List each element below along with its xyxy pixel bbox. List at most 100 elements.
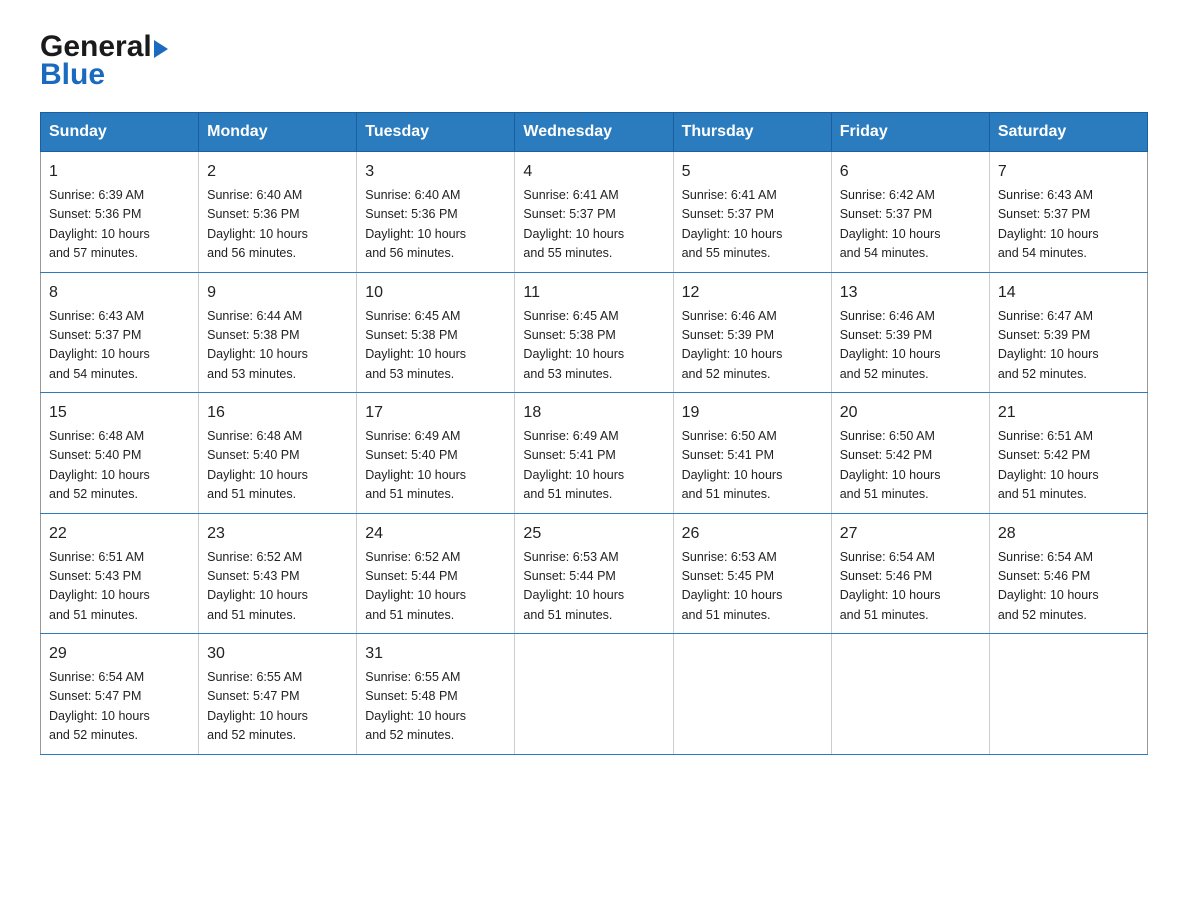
day-info: Sunrise: 6:40 AMSunset: 5:36 PMDaylight:… — [365, 188, 466, 260]
day-number: 14 — [998, 281, 1139, 305]
day-info: Sunrise: 6:45 AMSunset: 5:38 PMDaylight:… — [523, 309, 624, 381]
calendar-cell — [515, 634, 673, 755]
day-number: 29 — [49, 642, 190, 666]
day-number: 5 — [682, 160, 823, 184]
calendar-cell: 10 Sunrise: 6:45 AMSunset: 5:38 PMDayligh… — [357, 272, 515, 393]
calendar-cell — [989, 634, 1147, 755]
day-info: Sunrise: 6:53 AMSunset: 5:45 PMDaylight:… — [682, 550, 783, 622]
week-row-1: 1 Sunrise: 6:39 AMSunset: 5:36 PMDaylight… — [41, 152, 1148, 273]
calendar-cell: 6 Sunrise: 6:42 AMSunset: 5:37 PMDaylight… — [831, 152, 989, 273]
calendar-cell — [831, 634, 989, 755]
calendar-cell — [673, 634, 831, 755]
calendar-cell: 7 Sunrise: 6:43 AMSunset: 5:37 PMDaylight… — [989, 152, 1147, 273]
day-number: 15 — [49, 401, 190, 425]
day-info: Sunrise: 6:40 AMSunset: 5:36 PMDaylight:… — [207, 188, 308, 260]
day-info: Sunrise: 6:54 AMSunset: 5:46 PMDaylight:… — [998, 550, 1099, 622]
day-info: Sunrise: 6:41 AMSunset: 5:37 PMDaylight:… — [523, 188, 624, 260]
day-number: 18 — [523, 401, 664, 425]
logo-arrow-icon — [154, 40, 168, 58]
day-info: Sunrise: 6:43 AMSunset: 5:37 PMDaylight:… — [49, 309, 150, 381]
day-number: 30 — [207, 642, 348, 666]
day-info: Sunrise: 6:47 AMSunset: 5:39 PMDaylight:… — [998, 309, 1099, 381]
day-info: Sunrise: 6:52 AMSunset: 5:44 PMDaylight:… — [365, 550, 466, 622]
day-info: Sunrise: 6:54 AMSunset: 5:47 PMDaylight:… — [49, 670, 150, 742]
day-info: Sunrise: 6:42 AMSunset: 5:37 PMDaylight:… — [840, 188, 941, 260]
day-number: 25 — [523, 522, 664, 546]
day-number: 16 — [207, 401, 348, 425]
day-info: Sunrise: 6:50 AMSunset: 5:41 PMDaylight:… — [682, 429, 783, 501]
calendar-cell: 31 Sunrise: 6:55 AMSunset: 5:48 PMDayligh… — [357, 634, 515, 755]
day-number: 2 — [207, 160, 348, 184]
calendar-cell: 17Sunrise: 6:49 AMSunset: 5:40 PMDayligh… — [357, 393, 515, 514]
day-info: Sunrise: 6:44 AMSunset: 5:38 PMDaylight:… — [207, 309, 308, 381]
day-info: Sunrise: 6:49 AMSunset: 5:40 PMDaylight:… — [365, 429, 466, 501]
calendar-cell: 11 Sunrise: 6:45 AMSunset: 5:38 PMDayligh… — [515, 272, 673, 393]
day-info: Sunrise: 6:54 AMSunset: 5:46 PMDaylight:… — [840, 550, 941, 622]
calendar-cell: 4 Sunrise: 6:41 AMSunset: 5:37 PMDaylight… — [515, 152, 673, 273]
week-row-3: 15 Sunrise: 6:48 AMSunset: 5:40 PMDayligh… — [41, 393, 1148, 514]
weekday-header-wednesday: Wednesday — [515, 113, 673, 152]
week-row-5: 29 Sunrise: 6:54 AMSunset: 5:47 PMDayligh… — [41, 634, 1148, 755]
calendar-cell: 30 Sunrise: 6:55 AMSunset: 5:47 PMDayligh… — [199, 634, 357, 755]
calendar-cell: 3Sunrise: 6:40 AMSunset: 5:36 PMDaylight… — [357, 152, 515, 273]
day-number: 4 — [523, 160, 664, 184]
day-info: Sunrise: 6:46 AMSunset: 5:39 PMDaylight:… — [682, 309, 783, 381]
day-info: Sunrise: 6:52 AMSunset: 5:43 PMDaylight:… — [207, 550, 308, 622]
day-info: Sunrise: 6:51 AMSunset: 5:42 PMDaylight:… — [998, 429, 1099, 501]
day-info: Sunrise: 6:55 AMSunset: 5:47 PMDaylight:… — [207, 670, 308, 742]
day-info: Sunrise: 6:51 AMSunset: 5:43 PMDaylight:… — [49, 550, 150, 622]
day-info: Sunrise: 6:50 AMSunset: 5:42 PMDaylight:… — [840, 429, 941, 501]
calendar-cell: 27Sunrise: 6:54 AMSunset: 5:46 PMDayligh… — [831, 513, 989, 634]
calendar-table: SundayMondayTuesdayWednesdayThursdayFrid… — [40, 112, 1148, 755]
calendar-cell: 18 Sunrise: 6:49 AMSunset: 5:41 PMDayligh… — [515, 393, 673, 514]
page-header: General Blue — [40, 30, 1148, 92]
day-info: Sunrise: 6:45 AMSunset: 5:38 PMDaylight:… — [365, 309, 466, 381]
calendar-cell: 13Sunrise: 6:46 AMSunset: 5:39 PMDayligh… — [831, 272, 989, 393]
week-row-4: 22 Sunrise: 6:51 AMSunset: 5:43 PMDayligh… — [41, 513, 1148, 634]
calendar-cell: 19Sunrise: 6:50 AMSunset: 5:41 PMDayligh… — [673, 393, 831, 514]
day-number: 24 — [365, 522, 506, 546]
day-number: 23 — [207, 522, 348, 546]
day-number: 6 — [840, 160, 981, 184]
day-number: 31 — [365, 642, 506, 666]
day-number: 8 — [49, 281, 190, 305]
day-info: Sunrise: 6:39 AMSunset: 5:36 PMDaylight:… — [49, 188, 150, 260]
day-info: Sunrise: 6:53 AMSunset: 5:44 PMDaylight:… — [523, 550, 624, 622]
weekday-header-saturday: Saturday — [989, 113, 1147, 152]
calendar-cell: 24 Sunrise: 6:52 AMSunset: 5:44 PMDayligh… — [357, 513, 515, 634]
weekday-header-row: SundayMondayTuesdayWednesdayThursdayFrid… — [41, 113, 1148, 152]
calendar-cell: 22 Sunrise: 6:51 AMSunset: 5:43 PMDayligh… — [41, 513, 199, 634]
calendar-cell: 5 Sunrise: 6:41 AMSunset: 5:37 PMDaylight… — [673, 152, 831, 273]
calendar-cell: 2 Sunrise: 6:40 AMSunset: 5:36 PMDaylight… — [199, 152, 357, 273]
day-number: 22 — [49, 522, 190, 546]
calendar-cell: 1 Sunrise: 6:39 AMSunset: 5:36 PMDaylight… — [41, 152, 199, 273]
weekday-header-tuesday: Tuesday — [357, 113, 515, 152]
day-number: 21 — [998, 401, 1139, 425]
week-row-2: 8 Sunrise: 6:43 AMSunset: 5:37 PMDaylight… — [41, 272, 1148, 393]
day-number: 10 — [365, 281, 506, 305]
calendar-cell: 25 Sunrise: 6:53 AMSunset: 5:44 PMDayligh… — [515, 513, 673, 634]
calendar-cell: 29 Sunrise: 6:54 AMSunset: 5:47 PMDayligh… — [41, 634, 199, 755]
weekday-header-friday: Friday — [831, 113, 989, 152]
logo: General Blue — [40, 30, 168, 92]
calendar-cell: 26 Sunrise: 6:53 AMSunset: 5:45 PMDayligh… — [673, 513, 831, 634]
calendar-cell: 20Sunrise: 6:50 AMSunset: 5:42 PMDayligh… — [831, 393, 989, 514]
logo-blue-text: Blue — [40, 58, 105, 91]
day-number: 9 — [207, 281, 348, 305]
day-info: Sunrise: 6:41 AMSunset: 5:37 PMDaylight:… — [682, 188, 783, 260]
calendar-cell: 14 Sunrise: 6:47 AMSunset: 5:39 PMDayligh… — [989, 272, 1147, 393]
weekday-header-monday: Monday — [199, 113, 357, 152]
day-number: 7 — [998, 160, 1139, 184]
day-number: 1 — [49, 160, 190, 184]
day-info: Sunrise: 6:48 AMSunset: 5:40 PMDaylight:… — [49, 429, 150, 501]
weekday-header-sunday: Sunday — [41, 113, 199, 152]
day-info: Sunrise: 6:49 AMSunset: 5:41 PMDaylight:… — [523, 429, 624, 501]
calendar-cell: 28Sunrise: 6:54 AMSunset: 5:46 PMDayligh… — [989, 513, 1147, 634]
day-number: 11 — [523, 281, 664, 305]
calendar-cell: 12 Sunrise: 6:46 AMSunset: 5:39 PMDayligh… — [673, 272, 831, 393]
day-number: 12 — [682, 281, 823, 305]
day-info: Sunrise: 6:43 AMSunset: 5:37 PMDaylight:… — [998, 188, 1099, 260]
day-info: Sunrise: 6:55 AMSunset: 5:48 PMDaylight:… — [365, 670, 466, 742]
day-number: 26 — [682, 522, 823, 546]
weekday-header-thursday: Thursday — [673, 113, 831, 152]
